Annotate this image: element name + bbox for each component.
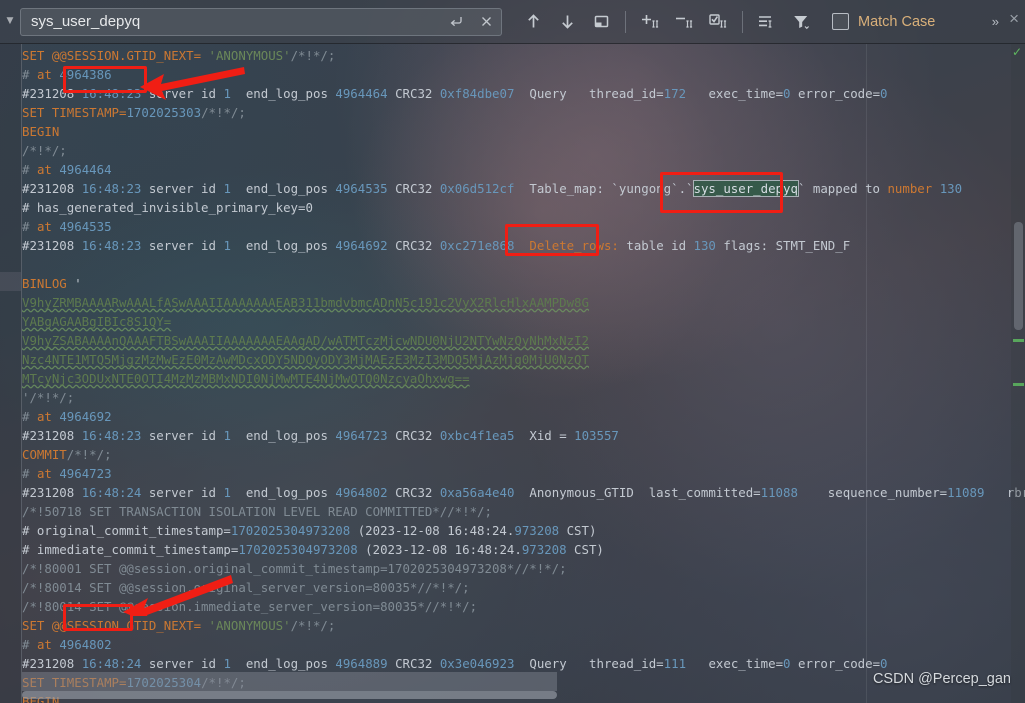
toolbar-separator-2 bbox=[742, 10, 743, 33]
code-line[interactable]: '/*!*/; bbox=[22, 388, 1025, 407]
close-icon[interactable] bbox=[471, 9, 501, 35]
search-field-wrapper[interactable] bbox=[20, 7, 502, 36]
code-line[interactable]: BEGIN bbox=[22, 122, 1025, 141]
watermark: CSDN @Percep_gan bbox=[872, 671, 1011, 687]
code-line[interactable]: YABgAGAABgIBIc8S1QY= bbox=[22, 312, 1025, 331]
find-toolbar: ▼ sys_user_depyq Match Case » × bbox=[0, 0, 1025, 44]
code-line[interactable]: #231208 16:48:24 server id 1 end_log_pos… bbox=[22, 483, 1025, 502]
arrow-up-icon[interactable] bbox=[516, 6, 550, 38]
code-line[interactable]: # at 4964464 bbox=[22, 160, 1025, 179]
code-line[interactable]: SET @@SESSION.GTID_NEXT= 'ANONYMOUS'/*!*… bbox=[22, 616, 1025, 635]
match-case-label: Match Case bbox=[858, 13, 936, 30]
find-actions bbox=[516, 6, 818, 38]
code-line[interactable]: /*!50718 SET TRANSACTION ISOLATION LEVEL… bbox=[22, 502, 1025, 521]
code-content[interactable]: SET @@SESSION.GTID_NEXT= 'ANONYMOUS'/*!*… bbox=[22, 44, 1025, 703]
code-line[interactable]: # immediate_commit_timestamp=17020253049… bbox=[22, 540, 1025, 559]
select-all-occurrences-icon[interactable] bbox=[701, 6, 735, 38]
regex-newline-icon[interactable] bbox=[441, 9, 471, 35]
in-selection-icon[interactable] bbox=[750, 6, 784, 38]
code-line[interactable]: /*!80001 SET @@session.original_commit_t… bbox=[22, 559, 1025, 578]
code-line[interactable]: # has_generated_invisible_primary_key=0 bbox=[22, 198, 1025, 217]
code-line[interactable]: /*!80014 SET @@session.original_server_v… bbox=[22, 578, 1025, 597]
code-line[interactable]: #231208 16:48:23 server id 1 end_log_pos… bbox=[22, 179, 1025, 198]
code-line[interactable]: #231208 16:48:23 server id 1 end_log_pos… bbox=[22, 84, 1025, 103]
code-line[interactable]: SET TIMESTAMP=1702025303/*!*/; bbox=[22, 103, 1025, 122]
filter-icon[interactable] bbox=[784, 6, 818, 38]
search-input[interactable] bbox=[21, 12, 441, 31]
checkmark-icon: ✓ bbox=[1012, 45, 1023, 59]
code-line[interactable]: COMMIT/*!*/; bbox=[22, 445, 1025, 464]
code-line[interactable]: # at 4964802 bbox=[22, 635, 1025, 654]
code-line[interactable]: V9hyZRMBAAAARwAAALfASwAAAIIAAAAAAAEAB311… bbox=[22, 293, 1025, 312]
match-case-checkbox[interactable]: Match Case bbox=[832, 13, 935, 30]
close-panel-icon[interactable]: × bbox=[1009, 9, 1019, 29]
code-line[interactable]: # at 4964723 bbox=[22, 464, 1025, 483]
code-line[interactable]: #231208 16:48:23 server id 1 end_log_pos… bbox=[22, 426, 1025, 445]
code-line[interactable]: BINLOG ' bbox=[22, 274, 1025, 293]
select-in-editor-icon[interactable] bbox=[584, 6, 618, 38]
toolbar-separator bbox=[625, 10, 626, 33]
code-line[interactable]: # at 4964535 bbox=[22, 217, 1025, 236]
code-line[interactable]: # original_commit_timestamp=170202530497… bbox=[22, 521, 1025, 540]
chevron-down-icon[interactable]: ▼ bbox=[2, 17, 18, 26]
add-occurrence-icon[interactable] bbox=[633, 6, 667, 38]
editor-gutter[interactable] bbox=[0, 44, 22, 703]
code-line[interactable]: # at 4964386 bbox=[22, 65, 1025, 84]
gutter-current-line bbox=[0, 272, 21, 291]
code-line[interactable]: V9hyZSABAAAAnQAAAFTBSwAAAIIAAAAAAAEAAgAD… bbox=[22, 331, 1025, 350]
horizontal-scroll-thumb[interactable] bbox=[22, 691, 557, 699]
code-line[interactable]: SET @@SESSION.GTID_NEXT= 'ANONYMOUS'/*!*… bbox=[22, 46, 1025, 65]
scroll-marker[interactable] bbox=[1013, 339, 1024, 342]
vertical-scrollbar[interactable]: ✓ bbox=[1011, 44, 1025, 703]
last-line-highlight bbox=[22, 672, 557, 691]
code-line[interactable]: #231208 16:48:23 server id 1 end_log_pos… bbox=[22, 236, 1025, 255]
more-options-icon[interactable]: » bbox=[992, 14, 999, 29]
code-line[interactable]: /*!*/; bbox=[22, 141, 1025, 160]
code-line[interactable]: Nzc4NTE1MTQ5MjgzMzMwEzE0MzAwMDcxODY5NDQy… bbox=[22, 350, 1025, 369]
code-line[interactable] bbox=[22, 255, 1025, 274]
scroll-marker[interactable] bbox=[1013, 383, 1024, 386]
code-line[interactable]: MTcyNjc3ODUxNTE0OTI4MzMzMBMxNDI0NjMwMTE4… bbox=[22, 369, 1025, 388]
horizontal-scrollbar[interactable] bbox=[22, 691, 997, 699]
checkbox-box[interactable] bbox=[832, 13, 849, 30]
code-editor[interactable]: SET @@SESSION.GTID_NEXT= 'ANONYMOUS'/*!*… bbox=[0, 44, 1025, 703]
code-line[interactable]: /*!80014 SET @@session.immediate_server_… bbox=[22, 597, 1025, 616]
vertical-scroll-thumb[interactable] bbox=[1014, 222, 1023, 330]
arrow-down-icon[interactable] bbox=[550, 6, 584, 38]
remove-occurrence-icon[interactable] bbox=[667, 6, 701, 38]
code-line[interactable]: # at 4964692 bbox=[22, 407, 1025, 426]
